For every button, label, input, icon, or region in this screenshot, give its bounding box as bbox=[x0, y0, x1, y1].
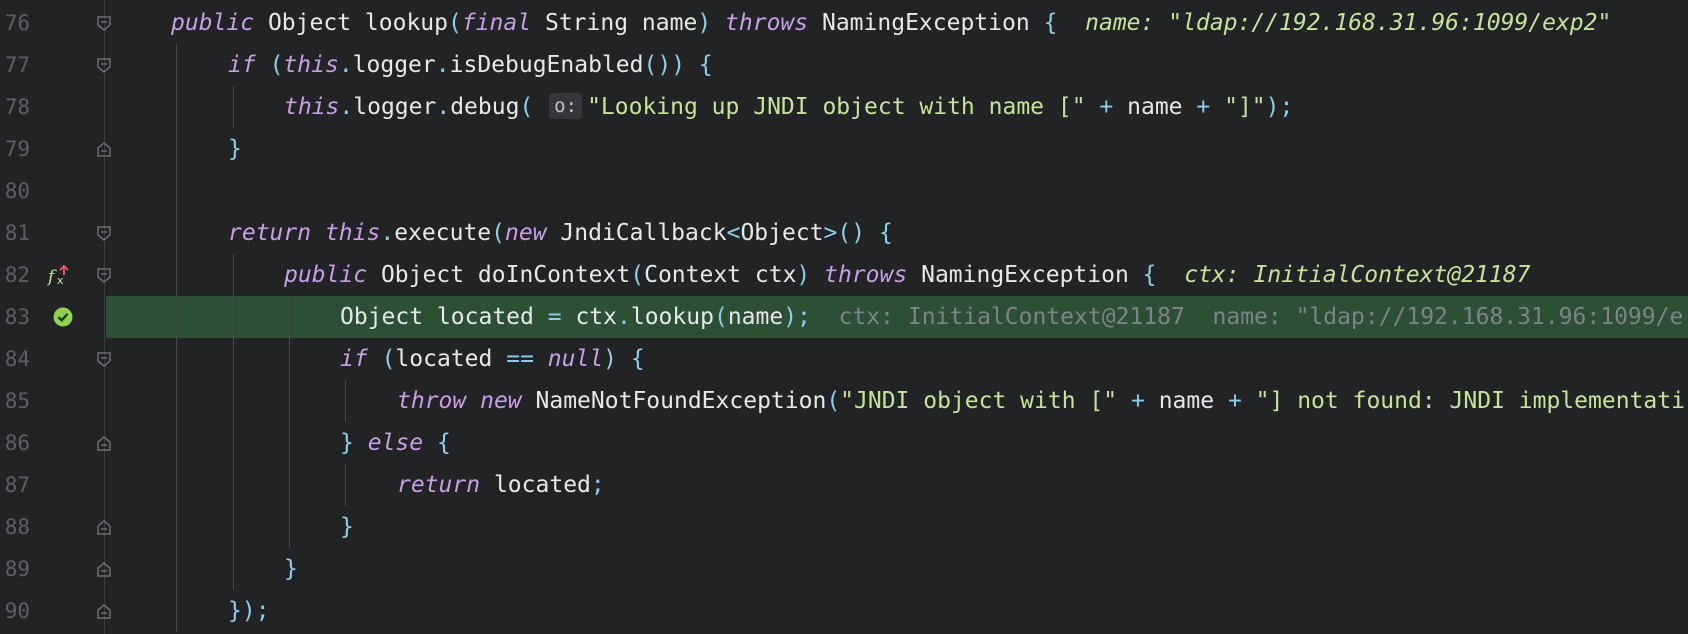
code-text[interactable]: throw new NameNotFoundException("JNDI ob… bbox=[397, 380, 1685, 422]
code-line-81[interactable]: 81 return this.execute(new JndiCallback<… bbox=[0, 212, 1688, 254]
code-editor[interactable]: 76 public Object lookup(final String nam… bbox=[0, 0, 1688, 634]
line-number: 88 bbox=[4, 515, 30, 539]
code-line-90[interactable]: 90 }); bbox=[0, 590, 1688, 632]
code-text[interactable]: if (located == null) { bbox=[340, 338, 645, 380]
execution-point-check-icon[interactable] bbox=[53, 305, 77, 329]
fold-open-icon[interactable] bbox=[97, 58, 111, 73]
parameter-name-hint: o: bbox=[549, 93, 583, 119]
code-text[interactable]: this.logger.debug( o: "Looking up JNDI ob… bbox=[284, 86, 1293, 128]
inline-debug-value: name: "ldap://192.168.31.96:1099/exp2" bbox=[1085, 10, 1612, 36]
code-line-77[interactable]: 77 if (this.logger.isDebugEnabled()) { bbox=[0, 44, 1688, 86]
line-number: 85 bbox=[4, 389, 30, 413]
code-line-89[interactable]: 89 } bbox=[0, 548, 1688, 590]
code-text[interactable]: return this.execute(new JndiCallback<Obj… bbox=[228, 212, 893, 254]
line-number: 89 bbox=[4, 557, 30, 581]
line-number: 86 bbox=[4, 431, 30, 455]
fold-close-icon[interactable] bbox=[97, 436, 111, 451]
function-return-icon[interactable]: f x bbox=[47, 263, 71, 287]
fold-open-icon[interactable] bbox=[97, 226, 111, 241]
fold-close-icon[interactable] bbox=[97, 562, 111, 577]
fold-close-icon[interactable] bbox=[97, 520, 111, 535]
code-line-82[interactable]: 82 f x public Object doInContext(Context… bbox=[0, 254, 1688, 296]
line-number: 78 bbox=[4, 95, 30, 119]
code-text[interactable]: } bbox=[228, 128, 242, 170]
svg-text:f: f bbox=[47, 267, 57, 287]
line-number: 82 bbox=[4, 263, 30, 287]
code-line-83[interactable]: 83 Object located = ctx.lookup(name); ct… bbox=[0, 296, 1688, 338]
code-line-88[interactable]: 88 } bbox=[0, 506, 1688, 548]
line-number: 80 bbox=[4, 179, 30, 203]
code-line-84[interactable]: 84 if (located == null) { bbox=[0, 338, 1688, 380]
code-text[interactable]: } else { bbox=[340, 422, 451, 464]
code-text[interactable]: Object located = ctx.lookup(name); ctx: … bbox=[340, 296, 1683, 338]
code-text[interactable]: public Object lookup(final String name) … bbox=[171, 2, 1611, 44]
fold-open-icon[interactable] bbox=[97, 16, 111, 31]
line-number: 76 bbox=[4, 11, 30, 35]
inline-debug-value: ctx: InitialContext@21187 bbox=[838, 304, 1185, 330]
inline-debug-value: ctx: InitialContext@21187 bbox=[1184, 262, 1531, 288]
fold-open-icon[interactable] bbox=[97, 352, 111, 367]
fold-open-icon[interactable] bbox=[97, 268, 111, 283]
code-line-78[interactable]: 78 this.logger.debug( o: "Looking up JNDI… bbox=[0, 86, 1688, 128]
fold-close-icon[interactable] bbox=[97, 142, 111, 157]
line-number: 84 bbox=[4, 347, 30, 371]
line-number: 81 bbox=[4, 221, 30, 245]
code-line-79[interactable]: 79 } bbox=[0, 128, 1688, 170]
line-number: 77 bbox=[4, 53, 30, 77]
code-text[interactable]: if (this.logger.isDebugEnabled()) { bbox=[228, 44, 713, 86]
svg-text:x: x bbox=[57, 274, 64, 287]
line-number: 90 bbox=[4, 599, 30, 623]
code-text[interactable]: } bbox=[284, 548, 298, 590]
fold-close-icon[interactable] bbox=[97, 604, 111, 619]
inline-debug-value: name: "ldap://192.168.31.96:1099/e bbox=[1212, 304, 1684, 330]
line-number: 79 bbox=[4, 137, 30, 161]
code-line-80[interactable]: 80 bbox=[0, 170, 1688, 212]
code-line-85[interactable]: 85 throw new NameNotFoundException("JNDI… bbox=[0, 380, 1688, 422]
code-text[interactable]: }); bbox=[228, 590, 270, 632]
code-text[interactable]: } bbox=[340, 506, 354, 548]
code-line-87[interactable]: 87 return located; bbox=[0, 464, 1688, 506]
code-line-76[interactable]: 76 public Object lookup(final String nam… bbox=[0, 2, 1688, 44]
code-line-86[interactable]: 86 } else { bbox=[0, 422, 1688, 464]
code-text[interactable]: public Object doInContext(Context ctx) t… bbox=[284, 254, 1530, 296]
code-text[interactable]: return located; bbox=[397, 464, 605, 506]
line-number: 83 bbox=[4, 305, 30, 329]
line-number: 87 bbox=[4, 473, 30, 497]
